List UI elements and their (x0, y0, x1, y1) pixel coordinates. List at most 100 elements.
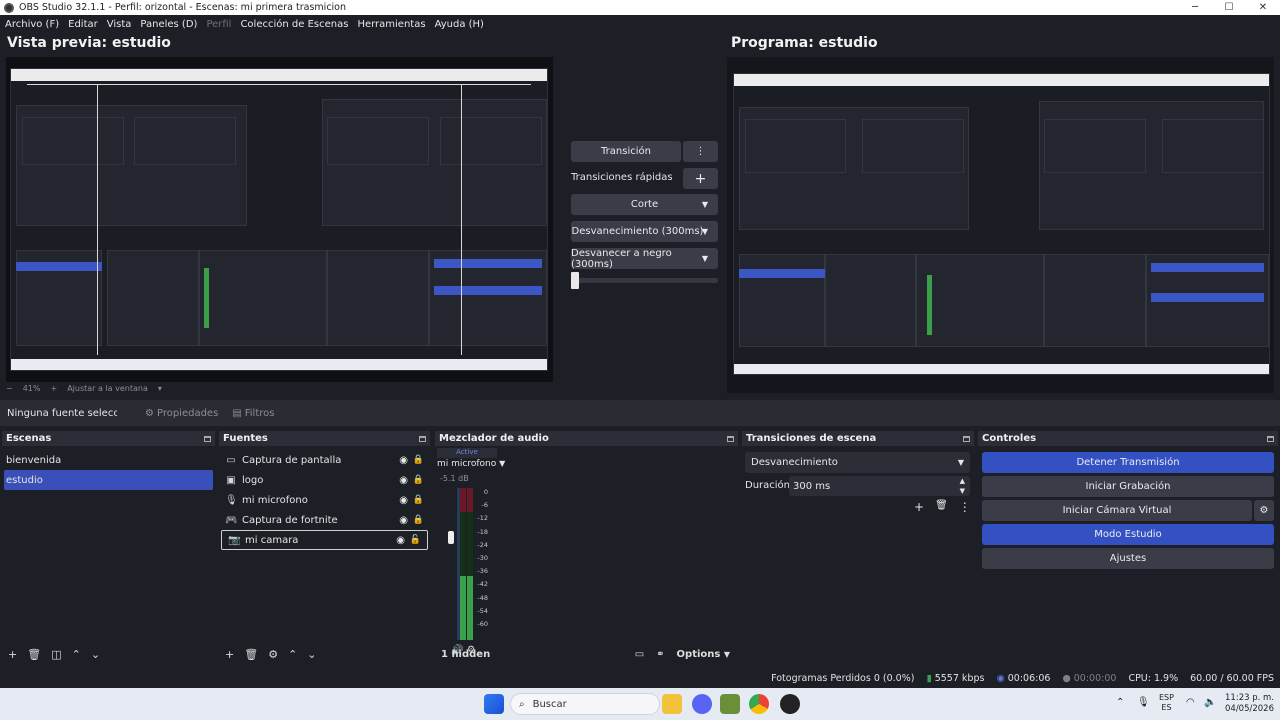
menu-archivo[interactable]: Archivo (F) (5, 19, 59, 30)
undock-icon[interactable] (963, 435, 970, 442)
eye-icon[interactable]: ◉ (399, 475, 408, 486)
add-transition-icon[interactable]: + (914, 500, 924, 514)
eye-icon[interactable]: ◉ (399, 515, 408, 526)
link-icon[interactable]: ⚭ (656, 649, 664, 660)
undock-icon[interactable] (204, 435, 211, 442)
source-item[interactable]: ▭ Captura de pantalla ◉ 🔒 (219, 450, 430, 470)
virtual-camera-settings-button[interactable]: ⚙ (1254, 500, 1274, 521)
menu-coleccion-escenas[interactable]: Colección de Escenas (240, 19, 348, 30)
trash-icon[interactable]: 🗑 (935, 500, 948, 514)
trash-icon[interactable]: 🗑 (27, 648, 41, 661)
move-up-icon[interactable]: ⌃ (288, 648, 297, 661)
minimize-button[interactable]: ─ (1178, 0, 1212, 15)
layout-icon[interactable]: ▭ (635, 649, 644, 660)
preview-canvas[interactable] (6, 57, 553, 382)
zoom-fit-dropdown[interactable]: Ajustar a la ventana (67, 384, 148, 393)
undock-icon[interactable] (727, 435, 734, 442)
transition-slider-handle[interactable] (571, 272, 579, 289)
transition-select-value: Desvanecimiento (751, 457, 838, 468)
lock-icon[interactable]: 🔒 (413, 495, 424, 505)
eye-icon[interactable]: ◉ (399, 495, 408, 506)
add-scene-icon[interactable]: + (8, 648, 17, 661)
move-down-icon[interactable]: ⌄ (91, 648, 100, 661)
menu-herramientas[interactable]: Herramientas (357, 19, 425, 30)
discord-icon[interactable] (692, 694, 712, 714)
gear-icon[interactable]: ⚙ (268, 648, 278, 661)
add-quick-transition-button[interactable]: + (683, 168, 718, 189)
quick-transition-fade-black[interactable]: Desvanecer a negro (300ms) ▼ (571, 248, 718, 270)
maximize-button[interactable]: ☐ (1212, 0, 1246, 15)
microphone-tray-icon[interactable]: 🎙 (1137, 697, 1150, 708)
menu-vista[interactable]: Vista (107, 19, 132, 30)
add-source-icon[interactable]: + (225, 648, 234, 661)
start-recording-button[interactable]: Iniciar Grabación (982, 476, 1274, 497)
meter-right (467, 488, 473, 640)
monitor-icon: ▭ (226, 454, 236, 466)
undock-icon[interactable] (419, 435, 426, 442)
chevron-down-icon: ▼ (499, 459, 506, 468)
source-item[interactable]: ▣ logo ◉ 🔒 (219, 470, 430, 490)
volume-icon[interactable]: 🔈 (1204, 697, 1216, 708)
source-item[interactable]: 🎙 mi microfono ◉ 🔒 (219, 490, 430, 510)
quick-transition-cut[interactable]: Corte ▼ (571, 194, 718, 215)
volume-slider-handle[interactable] (448, 531, 454, 544)
record-time-value: 00:00:00 (1073, 672, 1117, 684)
no-source-label: Ninguna fuente seleccionada (7, 407, 117, 419)
transition-select[interactable]: Desvanecimiento ▼ (745, 452, 970, 473)
zoom-out-button[interactable]: − (6, 384, 13, 393)
scene-item-active[interactable]: estudio (4, 470, 213, 490)
virtual-camera-button[interactable]: Iniciar Cámara Virtual (982, 500, 1252, 521)
taskbar-search[interactable]: ⌕ Buscar (510, 693, 660, 715)
duration-spinbox[interactable]: 300 ms ▲ ▼ (789, 476, 970, 496)
unlock-icon[interactable]: 🔓 (410, 535, 421, 545)
studio-mode-button[interactable]: Modo Estudio (982, 524, 1274, 545)
transition-button[interactable]: Transición (571, 141, 681, 162)
options-button[interactable]: Options ▼ (677, 649, 730, 660)
lang-bottom: ES (1161, 703, 1172, 712)
trash-icon[interactable]: 🗑 (244, 648, 258, 661)
clock[interactable]: 11:23 p. m. 04/05/2026 (1222, 693, 1274, 715)
eye-icon[interactable]: ◉ (396, 535, 405, 546)
windows-start-icon[interactable] (484, 694, 504, 714)
source-item[interactable]: 🎮 Captura de fortnite ◉ 🔒 (219, 510, 430, 530)
mixer-channel[interactable]: mi microfono ▼ (437, 459, 505, 469)
obs-taskbar-icon[interactable] (780, 694, 800, 714)
scene-item[interactable]: bienvenida (2, 450, 215, 470)
gear-icon: ⚙ (1259, 505, 1269, 516)
spin-arrows-icon[interactable]: ▲ ▼ (960, 476, 965, 496)
zoom-in-button[interactable]: + (50, 384, 57, 393)
filters-button[interactable]: ▤ Filtros (232, 408, 274, 419)
source-item-selected[interactable]: 📷 mi camara ◉ 🔓 (221, 530, 428, 550)
hidden-count[interactable]: 1 hidden (441, 649, 490, 660)
chrome-icon[interactable] (749, 694, 769, 714)
move-down-icon[interactable]: ⌄ (307, 648, 316, 661)
menu-paneles[interactable]: Paneles (D) (140, 19, 197, 30)
lock-icon[interactable]: 🔒 (413, 455, 424, 465)
language-indicator[interactable]: ESP ES (1159, 693, 1174, 713)
file-explorer-icon[interactable] (662, 694, 682, 714)
lock-icon[interactable]: 🔒 (413, 475, 424, 485)
undock-icon[interactable] (1267, 435, 1274, 442)
chevron-up-icon[interactable]: ⌃ (1116, 697, 1124, 708)
settings-button[interactable]: Ajustes (982, 548, 1274, 569)
menu-ayuda[interactable]: Ayuda (H) (435, 19, 484, 30)
menu-perfil[interactable]: Perfil (206, 19, 231, 30)
lock-icon[interactable]: 🔒 (413, 515, 424, 525)
minecraft-icon[interactable] (720, 694, 740, 714)
transition-menu-button[interactable]: ⋮ (683, 141, 718, 162)
eye-icon[interactable]: ◉ (399, 455, 408, 466)
mixer-title: Mezclador de audio (439, 433, 549, 444)
chevron-down-icon[interactable]: ▾ (158, 384, 162, 393)
properties-button[interactable]: ⚙ Propiedades (145, 408, 218, 419)
menu-editar[interactable]: Editar (68, 19, 98, 30)
move-up-icon[interactable]: ⌃ (72, 648, 81, 661)
quick-transition-fade[interactable]: Desvanecimiento (300ms) ▼ (571, 221, 718, 242)
more-vertical-icon[interactable]: ⋮ (959, 500, 971, 514)
scene-filter-icon[interactable]: ◫ (51, 648, 61, 661)
gamepad-icon: 🎮 (225, 514, 238, 526)
stop-stream-button[interactable]: Detener Transmisión (982, 452, 1274, 473)
transition-slider-track[interactable] (574, 278, 718, 283)
wifi-icon[interactable]: ◠ (1186, 697, 1195, 708)
close-button[interactable]: ✕ (1246, 0, 1280, 15)
scale-tick: -42 (477, 580, 488, 589)
